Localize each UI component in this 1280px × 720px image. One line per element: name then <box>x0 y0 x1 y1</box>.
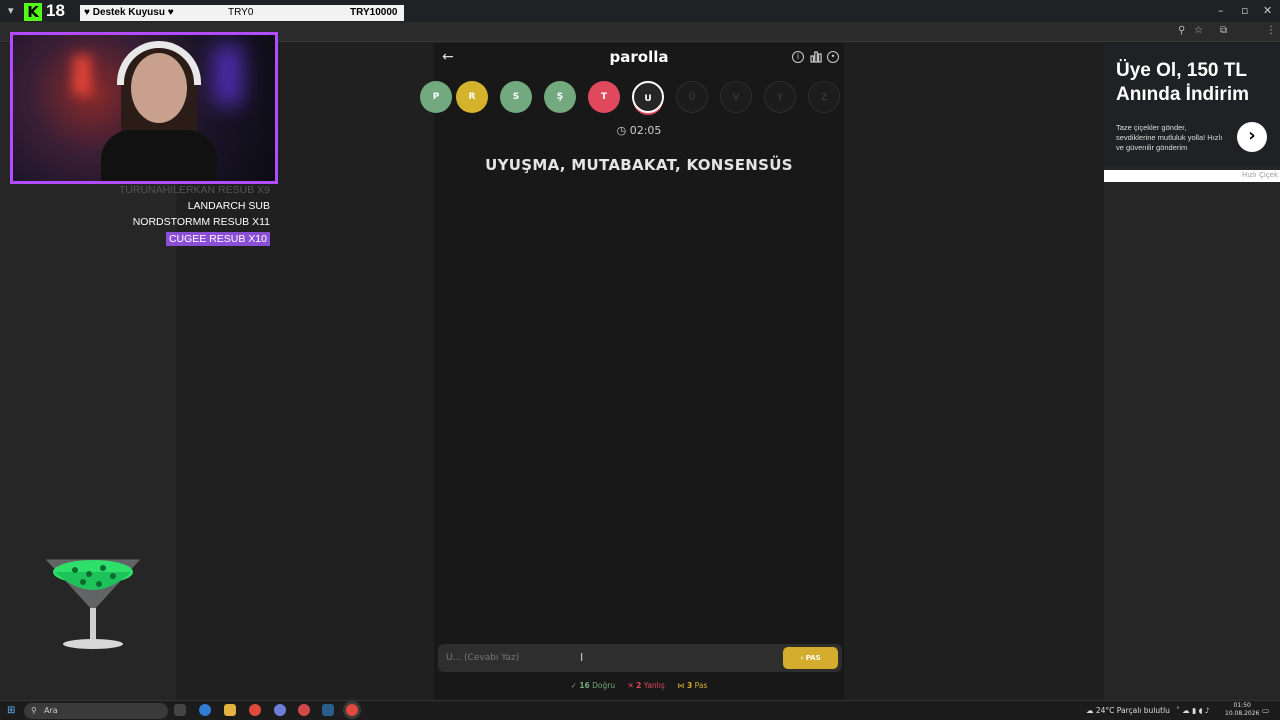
right-panel: Üye Ol, 150 TL Anında İndirim Taze çiçek… <box>1104 43 1280 700</box>
sub-feed-item: TURUNAHILERKAN RESUB X9 <box>118 184 270 196</box>
minimize-icon[interactable]: – <box>1218 4 1224 17</box>
letter-ring: PRSŞTUÜVYZ <box>420 81 844 115</box>
menu-icon[interactable]: ▾ <box>8 4 14 17</box>
chrome-icon[interactable] <box>249 704 261 716</box>
clock-icon: ◷ <box>616 124 627 137</box>
task-view-icon[interactable] <box>174 704 186 716</box>
pass-label: Pas <box>694 681 708 690</box>
wrong-label: Yanlış <box>643 681 665 690</box>
sub-feed-item-highlight: CUGEE RESUB X10 <box>165 232 270 246</box>
letter-pending: Y <box>764 81 796 113</box>
letter-correct: S <box>500 81 532 113</box>
letter-pending: Ü <box>676 81 708 113</box>
chevron-right-icon[interactable]: › <box>1237 122 1267 152</box>
search-placeholder: Ara <box>44 706 58 715</box>
headset-icon <box>117 41 201 85</box>
game-header: ← parolla i • <box>434 43 844 73</box>
clock[interactable]: 01:50 10.08.2026 <box>1225 702 1259 718</box>
letter-current: U <box>632 81 664 113</box>
edge-icon[interactable] <box>199 704 211 716</box>
taskbar-search[interactable]: ⚲ Ara <box>24 703 168 719</box>
timer-value: 02:05 <box>629 124 662 137</box>
sub-feed-item: NORDSTORMM RESUB X11 <box>132 216 270 228</box>
clock-date: 10.08.2026 <box>1225 710 1260 717</box>
user-icon[interactable]: • <box>827 51 839 63</box>
parolla-game: ← parolla i • PRSŞTUÜVYZ ◷ 02:05 UYUŞMA,… <box>420 43 844 700</box>
bookmark-icon[interactable]: ☆ <box>1194 25 1203 36</box>
pass-button-label: PAS <box>805 654 821 662</box>
chrome-active-icon[interactable] <box>346 704 358 716</box>
text-cursor-icon: I <box>580 651 584 664</box>
webcam-feed <box>10 32 278 184</box>
viewer-count: 18 <box>46 1 65 20</box>
donation-ticker: ♥ Destek Kuyusu ♥ TRY0 TRY10000 <box>80 5 404 21</box>
screen: ▾ – ▫ ✕ ⚲ ☆ ⧉ ⋮ K 18 ♥ Destek Kuyusu ♥ T… <box>0 0 1280 720</box>
wrong-count: 2 <box>636 681 642 690</box>
correct-count: 16 <box>579 681 590 690</box>
wrong-stat: ✕ 2 Yanlış <box>627 681 665 690</box>
info-icon[interactable]: i <box>792 51 804 63</box>
letter-pass: R <box>456 81 488 113</box>
obs-icon[interactable] <box>298 704 310 716</box>
tray-icons[interactable]: ˄ ☁ ▮ ◖ ♪ <box>1176 706 1210 715</box>
extensions-icon[interactable]: ⧉ <box>1220 25 1227 36</box>
pass-button[interactable]: › PAS <box>783 647 838 669</box>
windows-start-icon[interactable]: ⊞ <box>7 705 15 716</box>
ad-title: Üye Ol, 150 TL Anında İndirim <box>1116 60 1249 105</box>
cam-neon <box>213 45 243 105</box>
chevron-right-icon: › <box>800 654 804 662</box>
ad-footer-label: Hızlı Çiçek <box>1241 171 1278 179</box>
close-icon[interactable]: ✕ <box>1263 4 1272 17</box>
ticker-title: ♥ Destek Kuyusu ♥ <box>84 7 174 18</box>
clue-text: UYUŞMA, MUTABAKAT, KONSENSÜS <box>485 156 793 174</box>
correct-stat: ✓ 16 Doğru <box>570 681 616 690</box>
discord-icon[interactable] <box>274 704 286 716</box>
ticker-goal: TRY10000 <box>350 7 398 18</box>
ticker-current: TRY0 <box>228 7 254 18</box>
maximize-icon[interactable]: ▫ <box>1241 4 1248 17</box>
sub-feed-item: LANDARCH SUB <box>187 200 270 212</box>
answer-input[interactable] <box>438 644 778 672</box>
ad-text: Taze çiçekler gönder, sevdiklerine mutlu… <box>1116 123 1223 152</box>
search-icon: ⚲ <box>31 706 37 715</box>
stats-icon[interactable] <box>810 51 822 63</box>
notification-icon[interactable]: ▭ <box>1262 706 1269 715</box>
letter-pending: V <box>720 81 752 113</box>
pass-count: 3 <box>687 681 693 690</box>
taskbar: ⊞ ⚲ Ara ☁ 24°C Parçalı bulutlu ˄ ☁ ▮ ◖ ♪… <box>0 700 1280 720</box>
clock-time: 01:50 <box>1233 702 1251 709</box>
cocktail-glass-icon <box>45 559 141 649</box>
weather-widget[interactable]: ☁ 24°C Parçalı bulutlu <box>1086 706 1170 715</box>
score-stats: ✓ 16 Doğru ✕ 2 Yanlış ⋈ 3 Pas <box>434 681 844 690</box>
answer-bar: I › PAS <box>438 644 842 672</box>
letter-correct: P <box>420 81 452 113</box>
pass-stat: ⋈ 3 Pas <box>677 681 708 690</box>
letter-pending: Z <box>808 81 840 113</box>
ad-banner[interactable]: Üye Ol, 150 TL Anında İndirim Taze çiçek… <box>1104 43 1280 167</box>
letter-correct: Ş <box>544 81 576 113</box>
file-explorer-icon[interactable] <box>224 704 236 716</box>
weather-text: 24°C Parçalı bulutlu <box>1095 706 1170 715</box>
kick-logo: K <box>24 3 42 21</box>
correct-label: Doğru <box>592 681 616 690</box>
letter-wrong: T <box>588 81 620 113</box>
steam-icon[interactable] <box>322 704 334 716</box>
page-title: parolla <box>609 48 669 66</box>
ad-footer: Hızlı Çiçek <box>1104 170 1280 182</box>
cam-lamp <box>73 55 91 95</box>
timer: ◷ 02:05 <box>434 124 844 137</box>
more-icon[interactable]: ⋮ <box>1266 25 1276 36</box>
zoom-icon[interactable]: ⚲ <box>1178 25 1185 36</box>
cam-body <box>101 130 217 181</box>
